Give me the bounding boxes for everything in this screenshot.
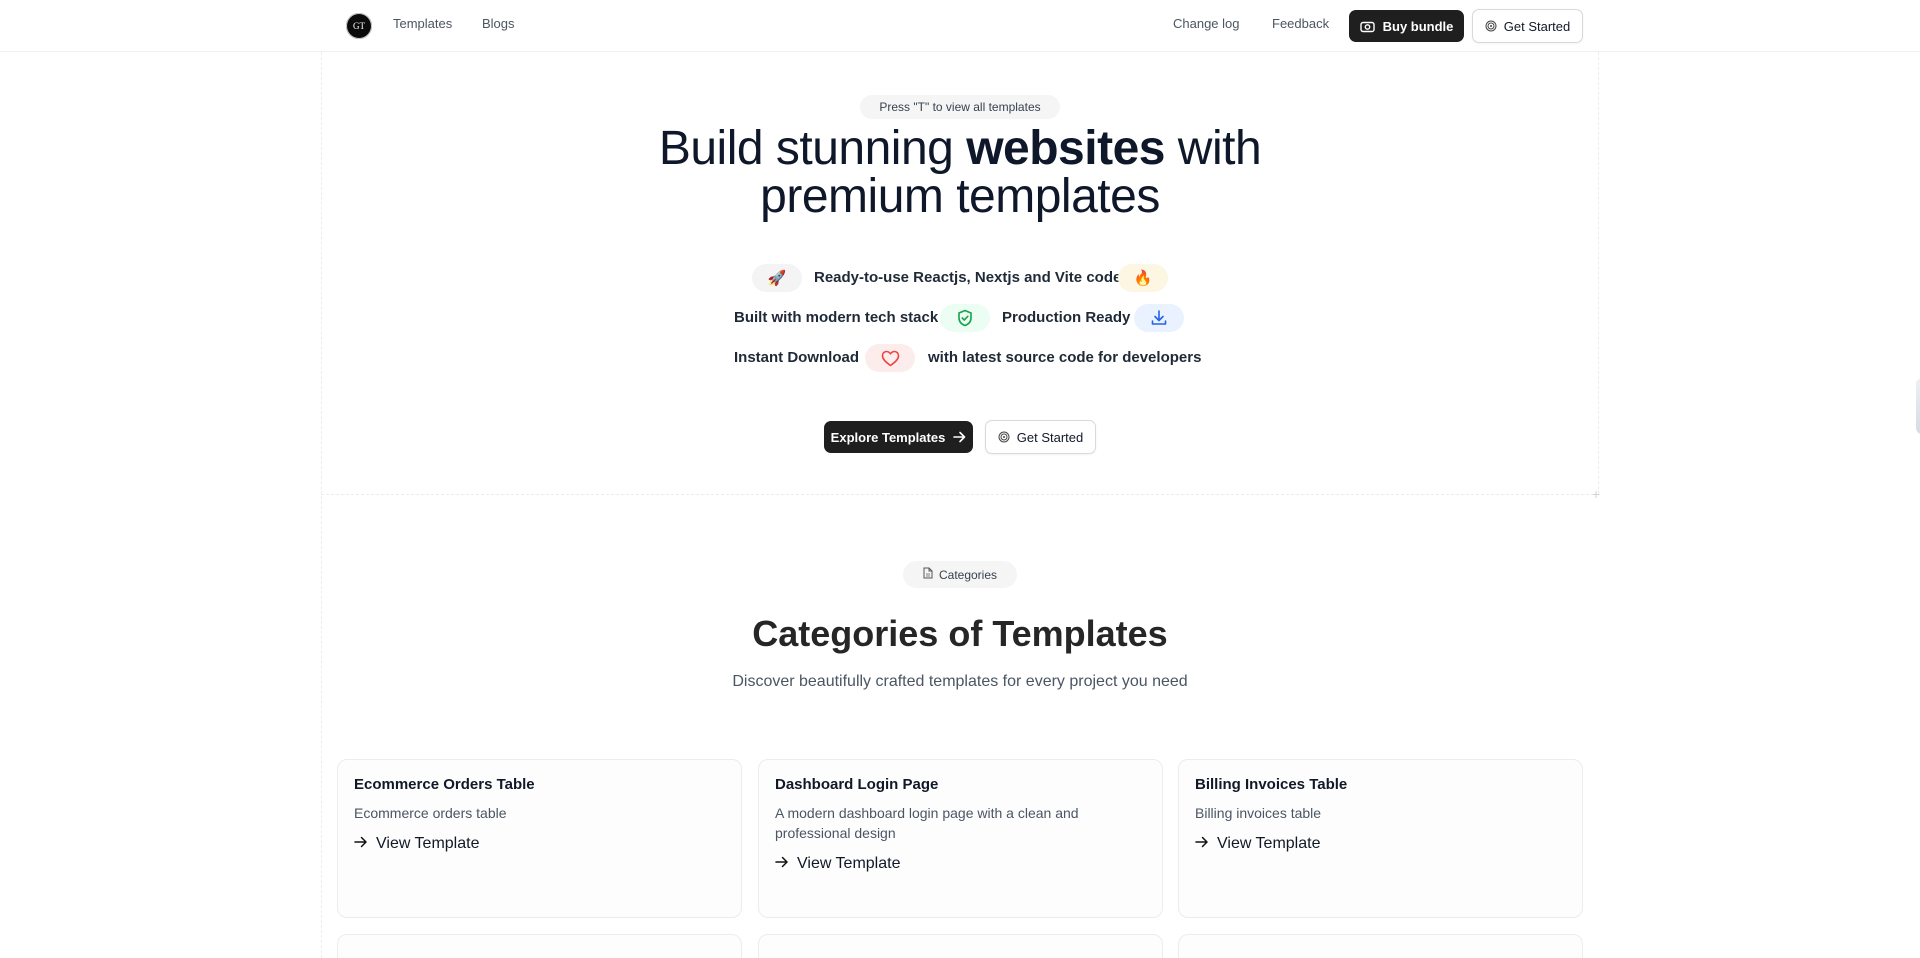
feature-text-tech-stack: Built with modern tech stack bbox=[734, 309, 939, 326]
template-card-dashboard-login[interactable]: Dashboard Login Page A modern dashboard … bbox=[758, 759, 1163, 918]
hero-title-bold: websites bbox=[966, 122, 1165, 175]
categories-title: Categories of Templates bbox=[752, 613, 1168, 654]
view-template-link[interactable]: View Template bbox=[775, 855, 900, 873]
nav-link-feedback[interactable]: Feedback bbox=[1272, 16, 1329, 31]
arrow-right-icon bbox=[354, 835, 368, 853]
get-started-label: Get Started bbox=[1016, 429, 1084, 445]
nav-link-changelog[interactable]: Change log bbox=[1173, 16, 1240, 31]
categories-pill: Categories bbox=[903, 561, 1017, 588]
arrow-right-icon bbox=[1195, 835, 1209, 853]
heart-icon bbox=[865, 344, 915, 372]
hero-title: Build stunning websites with premium tem… bbox=[560, 125, 1360, 221]
card-title: Dashboard Login Page bbox=[775, 776, 939, 793]
card-title: Billing Invoices Table bbox=[1195, 776, 1348, 793]
hero-divider bbox=[321, 494, 1599, 495]
get-started-label: Get Started bbox=[1503, 18, 1571, 34]
card-description: Ecommerce orders table bbox=[354, 805, 507, 821]
download-icon bbox=[1134, 304, 1184, 332]
top-navbar: GT Templates Blogs Change log Feedback B… bbox=[0, 0, 1920, 52]
spiral-icon bbox=[1485, 20, 1497, 32]
template-card-partial[interactable] bbox=[337, 934, 742, 958]
card-title: Ecommerce Orders Table bbox=[354, 776, 535, 793]
get-started-button-header[interactable]: Get Started bbox=[1472, 9, 1583, 43]
press-t-hint: Press "T" to view all templates bbox=[860, 95, 1060, 119]
hero-title-line2: premium templates bbox=[760, 170, 1160, 223]
feature-text-reactjs: Ready-to-use Reactjs, Nextjs and Vite co… bbox=[814, 269, 1122, 286]
template-card-partial[interactable] bbox=[1178, 934, 1583, 958]
template-card-ecommerce-orders[interactable]: Ecommerce Orders Table Ecommerce orders … bbox=[337, 759, 742, 918]
card-description: A modern dashboard login page with a cle… bbox=[775, 805, 1079, 841]
feature-text-latest-code: with latest source code for developers bbox=[928, 349, 1202, 366]
frame-line-left bbox=[321, 52, 322, 958]
view-template-label: View Template bbox=[376, 835, 480, 852]
get-started-button-hero[interactable]: Get Started bbox=[985, 420, 1096, 454]
buy-bundle-button[interactable]: Buy bundle bbox=[1349, 10, 1464, 42]
arrow-right-icon bbox=[775, 855, 789, 873]
press-t-hint-text: Press "T" to view all templates bbox=[879, 100, 1041, 114]
arrow-right-icon bbox=[953, 431, 966, 443]
fire-icon: 🔥 bbox=[1118, 264, 1168, 292]
categories-subtitle: Discover beautifully crafted templates f… bbox=[732, 673, 1188, 690]
template-card-partial[interactable] bbox=[758, 934, 1163, 958]
card-description: Billing invoices table bbox=[1195, 805, 1322, 821]
plus-marker-icon: + bbox=[1592, 486, 1601, 502]
document-icon bbox=[923, 567, 933, 582]
nav-link-templates[interactable]: Templates bbox=[393, 16, 452, 31]
shield-check-icon bbox=[940, 304, 990, 332]
rocket-icon: 🚀 bbox=[752, 264, 802, 292]
feature-text-production: Production Ready bbox=[1002, 309, 1131, 326]
view-template-label: View Template bbox=[1217, 835, 1321, 852]
feature-text-instant-download: Instant Download bbox=[734, 349, 859, 366]
side-scroll-handle[interactable] bbox=[1916, 378, 1920, 434]
hero-title-part1: Build stunning bbox=[658, 122, 967, 175]
view-template-link[interactable]: View Template bbox=[1195, 835, 1320, 853]
explore-templates-button[interactable]: Explore Templates bbox=[824, 421, 973, 453]
camera-icon bbox=[1359, 20, 1375, 33]
view-template-label: View Template bbox=[797, 855, 901, 872]
nav-link-blogs[interactable]: Blogs bbox=[482, 16, 515, 31]
explore-templates-label: Explore Templates bbox=[830, 429, 946, 445]
view-template-link[interactable]: View Template bbox=[354, 835, 479, 853]
hero-title-part2: with bbox=[1164, 122, 1262, 175]
spiral-icon bbox=[998, 431, 1010, 443]
categories-pill-label: Categories bbox=[938, 567, 998, 582]
buy-bundle-label: Buy bundle bbox=[1382, 18, 1454, 34]
template-card-billing-invoices[interactable]: Billing Invoices Table Billing invoices … bbox=[1178, 759, 1583, 918]
logo[interactable]: GT bbox=[346, 13, 372, 39]
frame-line-right bbox=[1598, 52, 1599, 494]
